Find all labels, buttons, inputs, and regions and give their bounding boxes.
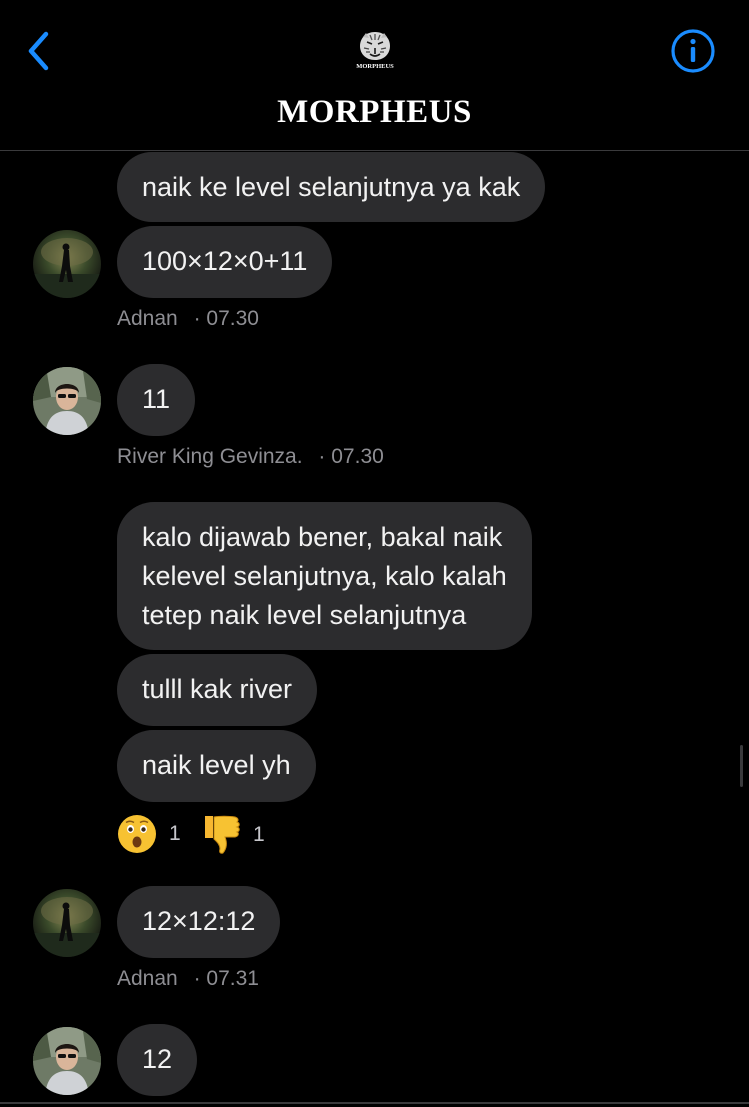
chat-header: MORPHEUS MORPHEUS bbox=[0, 0, 749, 151]
reaction-count: 1 bbox=[253, 823, 265, 846]
avatar-photo-hoodie bbox=[33, 1027, 101, 1095]
message-time: · 07.31 bbox=[193, 967, 259, 990]
sender-name: River King Gevinza. bbox=[117, 445, 303, 468]
message-text-line: tetep naik level selanjutnya bbox=[142, 600, 467, 630]
avatar-photo-hoodie bbox=[33, 367, 101, 435]
avatar-river[interactable] bbox=[33, 1027, 101, 1095]
sender-name: Adnan bbox=[117, 307, 178, 330]
avatar-river[interactable] bbox=[33, 367, 101, 435]
message-bubble[interactable]: naik ke level selanjutnya ya kak bbox=[117, 152, 546, 222]
message-meta: River King Gevinza. · 07.30 bbox=[117, 445, 384, 469]
message-bubble[interactable]: tulll kak river bbox=[117, 654, 318, 726]
message-bubble[interactable]: 12 bbox=[117, 1024, 198, 1096]
message-bubble[interactable]: 12×12:12 bbox=[117, 886, 281, 958]
message-text: naik level yh bbox=[142, 750, 291, 780]
thumbs-down-icon bbox=[205, 815, 240, 854]
message-text-line: kelevel selanjutnya, kalo kalah bbox=[142, 561, 507, 591]
message-text: 100×12×0+11 bbox=[142, 246, 308, 276]
message-time: · 07.30 bbox=[318, 445, 384, 468]
avatar-photo-night-park bbox=[33, 230, 101, 298]
tiger-logo-icon bbox=[360, 32, 390, 60]
message-bubble[interactable]: kalo dijawab bener, bakal naik kelevel s… bbox=[117, 502, 532, 650]
message-text: 12×12:12 bbox=[142, 906, 256, 936]
chat-title: MORPHEUS bbox=[277, 94, 472, 130]
logo-wordmark: MORPHEUS bbox=[356, 63, 394, 70]
message-meta: Adnan · 07.31 bbox=[117, 967, 259, 991]
reaction-thumbs-down[interactable]: 1 bbox=[201, 814, 265, 856]
message-text-line: kalo dijawab bener, bakal naik bbox=[142, 522, 503, 552]
message-bubble[interactable]: 100×12×0+11 bbox=[117, 226, 333, 298]
astonished-face-icon bbox=[118, 815, 156, 853]
scrollbar-thumb[interactable] bbox=[740, 745, 743, 787]
message-text: tulll kak river bbox=[142, 674, 293, 704]
reaction-astonished[interactable]: 1 bbox=[117, 814, 181, 854]
bottom-divider bbox=[0, 1102, 749, 1104]
back-button[interactable] bbox=[22, 28, 58, 74]
message-text: naik ke level selanjutnya ya kak bbox=[142, 172, 521, 202]
avatar-adnan[interactable] bbox=[33, 230, 101, 298]
message-bubble[interactable]: 11 bbox=[117, 364, 196, 436]
chevron-left-icon bbox=[28, 31, 49, 71]
info-button[interactable] bbox=[669, 27, 717, 75]
message-text: 12 bbox=[142, 1044, 173, 1074]
reaction-count: 1 bbox=[169, 822, 181, 845]
message-text: 11 bbox=[142, 384, 171, 414]
avatar-photo-night-park bbox=[33, 889, 101, 957]
sender-name: Adnan bbox=[117, 967, 178, 990]
message-time: · 07.30 bbox=[193, 307, 259, 330]
message-list[interactable]: naik ke level selanjutnya ya kak 100×12×… bbox=[0, 152, 749, 1107]
message-bubble[interactable]: naik level yh bbox=[117, 730, 316, 802]
avatar-adnan[interactable] bbox=[33, 889, 101, 957]
group-logo: MORPHEUS bbox=[352, 30, 398, 72]
info-circle-icon bbox=[671, 29, 715, 73]
message-meta: Adnan · 07.30 bbox=[117, 307, 259, 331]
